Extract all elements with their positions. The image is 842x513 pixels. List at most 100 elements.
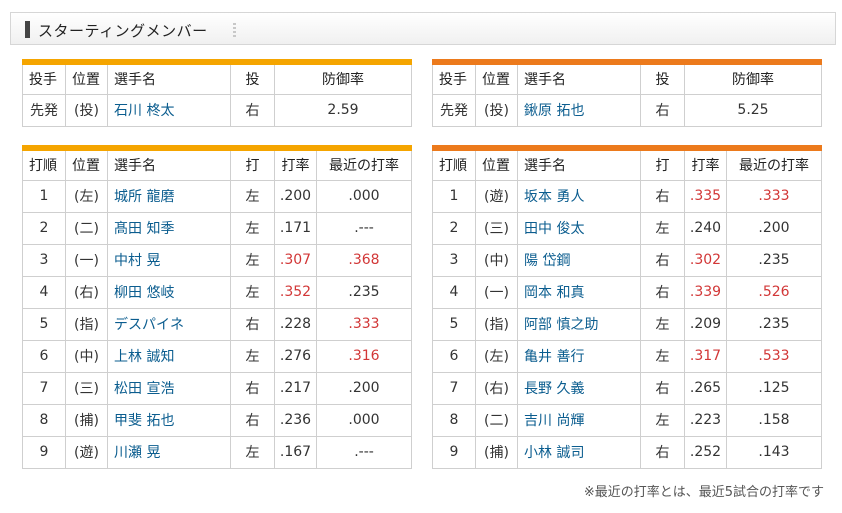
- batter-name-link[interactable]: デスパイネ: [107, 307, 231, 341]
- batter-hand: 左: [640, 403, 685, 437]
- batter-recent-avg: .316: [316, 339, 412, 373]
- batter-pos: (左): [65, 179, 108, 213]
- batter-order: 7: [22, 371, 66, 405]
- header-cell: 打率: [684, 147, 727, 181]
- batter-order: 4: [22, 275, 66, 309]
- batter-recent-avg: .526: [726, 275, 822, 309]
- batter-hand: 左: [640, 307, 685, 341]
- batter-name-link[interactable]: 甲斐 拓也: [107, 403, 231, 437]
- batter-hand: 右: [230, 403, 275, 437]
- batter-avg: .167: [274, 435, 317, 469]
- batter-pos: (中): [65, 339, 108, 373]
- header-cell: 選手名: [107, 61, 231, 95]
- batter-order: 7: [432, 371, 476, 405]
- batter-name-link[interactable]: 上林 誠知: [107, 339, 231, 373]
- header-cell: 投: [640, 61, 685, 95]
- batter-pos: (捕): [65, 403, 108, 437]
- batter-name-link[interactable]: 長野 久義: [517, 371, 641, 405]
- batter-pos: (三): [475, 211, 518, 245]
- right-batters-table: 打順 位置 選手名 打 打率 最近の打率 1 (遊) 坂本 勇人右 .335.333 2…: [432, 145, 822, 469]
- table-row: 9 (遊) 川瀬 晃左 .167 .---: [22, 435, 412, 469]
- batter-order: 2: [22, 211, 66, 245]
- batter-recent-avg: .200: [726, 211, 822, 245]
- table-row: 2 (二) 髙田 知季左 .171 .---: [22, 211, 412, 245]
- batter-avg: .339: [684, 275, 727, 309]
- batter-order: 5: [432, 307, 476, 341]
- batter-name-link[interactable]: 髙田 知季: [107, 211, 231, 245]
- batter-pos: (右): [475, 371, 518, 405]
- table-row: 2 (三) 田中 俊太左 .240.200: [432, 211, 822, 245]
- table-row: 1 (遊) 坂本 勇人右 .335.333: [432, 179, 822, 213]
- batter-name-link[interactable]: 坂本 勇人: [517, 179, 641, 213]
- batter-recent-avg: .000: [316, 179, 412, 213]
- header-cell: 投手: [432, 61, 476, 95]
- batter-name-link[interactable]: 川瀬 晃: [107, 435, 231, 469]
- batter-avg: .223: [684, 403, 727, 437]
- table-row: 7 (右) 長野 久義右 .265.125: [432, 371, 822, 405]
- header-cell: 投手: [22, 61, 66, 95]
- batter-recent-avg: .---: [316, 211, 412, 245]
- batter-avg: .307: [274, 243, 317, 277]
- batter-avg: .209: [684, 307, 727, 341]
- batter-avg: .276: [274, 339, 317, 373]
- batter-recent-avg: .533: [726, 339, 822, 373]
- batter-pos: (中): [475, 243, 518, 277]
- table-row: 7 (三) 松田 宣浩右 .217.200: [22, 371, 412, 405]
- table-row: 9 (捕) 小林 誠司右 .252.143: [432, 435, 822, 469]
- batter-recent-avg: .235: [316, 275, 412, 309]
- header-cell: 投: [230, 61, 275, 95]
- table-row: 4 (一) 岡本 和真右 .339.526: [432, 275, 822, 309]
- batter-pos: (二): [65, 211, 108, 245]
- batter-name-link[interactable]: 阿部 慎之助: [517, 307, 641, 341]
- batter-order: 9: [432, 435, 476, 469]
- header-cell: 位置: [475, 61, 518, 95]
- batter-name-link[interactable]: 松田 宣浩: [107, 371, 231, 405]
- header-cell: 防御率: [684, 61, 822, 95]
- table-row: 1 (左) 城所 龍磨左 .200.000: [22, 179, 412, 213]
- batter-recent-avg: .333: [726, 179, 822, 213]
- batter-pos: (遊): [475, 179, 518, 213]
- batter-order: 3: [22, 243, 66, 277]
- table-row: 8 (捕) 甲斐 拓也右 .236.000: [22, 403, 412, 437]
- batter-hand: 左: [230, 339, 275, 373]
- batter-avg: .217: [274, 371, 317, 405]
- header-cell: 選手名: [517, 147, 641, 181]
- batter-header-row: 打順 位置 選手名 打 打率 最近の打率: [22, 147, 412, 181]
- batter-name-link[interactable]: 中村 晃: [107, 243, 231, 277]
- batter-order: 4: [432, 275, 476, 309]
- batter-hand: 右: [640, 275, 685, 309]
- batter-name-link[interactable]: 岡本 和真: [517, 275, 641, 309]
- batter-name-link[interactable]: 城所 龍磨: [107, 179, 231, 213]
- batter-recent-avg: .235: [726, 307, 822, 341]
- batter-avg: .265: [684, 371, 727, 405]
- batter-order: 3: [432, 243, 476, 277]
- batter-recent-avg: .---: [316, 435, 412, 469]
- header-bar-icon: [25, 21, 30, 38]
- header-cell: 打: [640, 147, 685, 181]
- pitcher-era: 5.25: [684, 93, 822, 127]
- batter-name-link[interactable]: 柳田 悠岐: [107, 275, 231, 309]
- batter-pos: (遊): [65, 435, 108, 469]
- batter-pos: (指): [65, 307, 108, 341]
- batter-hand: 左: [230, 243, 275, 277]
- pitcher-name-link[interactable]: 鍬原 拓也: [517, 93, 641, 127]
- header-cell: 位置: [65, 147, 108, 181]
- batter-pos: (右): [65, 275, 108, 309]
- batter-name-link[interactable]: 陽 岱鋼: [517, 243, 641, 277]
- batter-hand: 左: [230, 275, 275, 309]
- batter-hand: 左: [230, 435, 275, 469]
- pitcher-pos: (投): [65, 93, 108, 127]
- batter-order: 1: [22, 179, 66, 213]
- pitcher-role: 先発: [432, 93, 476, 127]
- batter-name-link[interactable]: 吉川 尚輝: [517, 403, 641, 437]
- batter-name-link[interactable]: 亀井 善行: [517, 339, 641, 373]
- table-row: 5 (指) 阿部 慎之助左 .209.235: [432, 307, 822, 341]
- header-cell: 打順: [432, 147, 476, 181]
- header-cell: 位置: [65, 61, 108, 95]
- batter-name-link[interactable]: 田中 俊太: [517, 211, 641, 245]
- batter-recent-avg: .143: [726, 435, 822, 469]
- pitcher-name-link[interactable]: 石川 柊太: [107, 93, 231, 127]
- batter-hand: 右: [640, 435, 685, 469]
- batter-name-link[interactable]: 小林 誠司: [517, 435, 641, 469]
- header-cell: 打順: [22, 147, 66, 181]
